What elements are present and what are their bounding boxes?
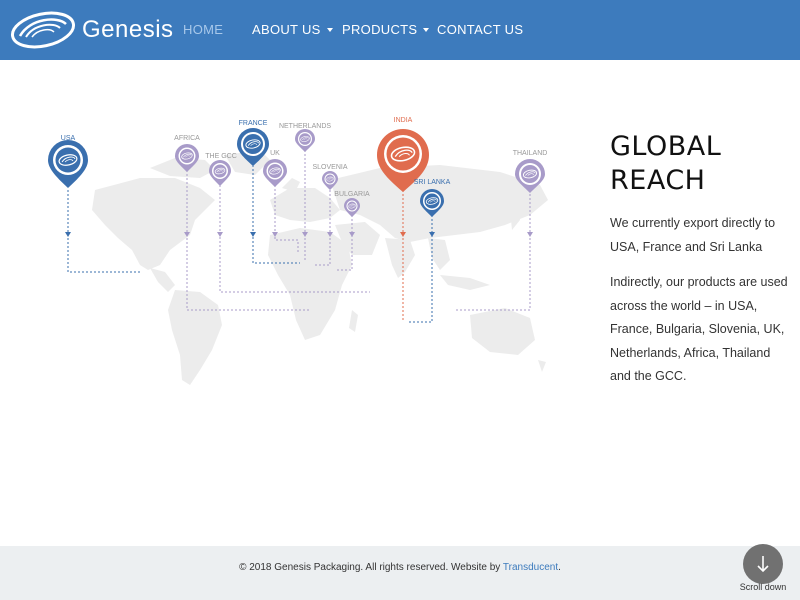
pin-netherlands[interactable]: NETHERLANDS — [279, 123, 331, 152]
global-reach-panel: GLOBAL REACH We currently export directl… — [610, 130, 790, 389]
nav-about-us[interactable]: ABOUT US — [252, 22, 333, 37]
nav-contact-us-label: CONTACT US — [437, 22, 524, 37]
nav-contact-us[interactable]: CONTACT US — [437, 22, 523, 37]
title-line-2: REACH — [610, 165, 706, 196]
pin-uk[interactable]: UK — [263, 150, 287, 187]
pin-label-netherlands: NETHERLANDS — [279, 123, 331, 130]
nav-about-us-label: ABOUT US — [252, 22, 321, 37]
map-land — [92, 150, 548, 385]
nav-products-label: PRODUCTS — [342, 22, 418, 37]
pin-usa[interactable]: USA — [48, 135, 88, 188]
pin-label-sri-lanka: SRI LANKA — [414, 179, 451, 186]
nav-home[interactable]: HOME — [183, 22, 223, 37]
section-title: GLOBAL REACH — [610, 130, 790, 198]
usage-paragraph: Indirectly, our products are used across… — [610, 275, 788, 383]
pin-the-gcc[interactable]: THE GCC — [205, 153, 237, 186]
caret-down-icon — [326, 28, 333, 32]
nav-home-label: HOME — [183, 22, 224, 37]
genesis-swirl-icon — [10, 11, 76, 49]
pin-label-france: FRANCE — [239, 120, 268, 127]
caret-down-icon — [423, 28, 430, 32]
footer-copyright-text: © 2018 Genesis Packaging. All rights res… — [239, 562, 503, 573]
pin-label-uk: UK — [270, 150, 280, 157]
footer-copyright: © 2018 Genesis Packaging. All rights res… — [0, 562, 800, 573]
pin-label-usa: USA — [61, 135, 76, 142]
scroll-down-button[interactable] — [743, 544, 783, 584]
scroll-down-label: Scroll down — [739, 582, 787, 592]
world-map: USA AFRICA THE GCC FRANCE UK NETHERLANDS… — [48, 117, 548, 385]
world-map-section: USA AFRICA THE GCC FRANCE UK NETHERLANDS… — [0, 60, 590, 480]
brand-logo[interactable]: Genesis — [10, 10, 174, 50]
footer: © 2018 Genesis Packaging. All rights res… — [0, 546, 800, 600]
title-line-1: GLOBAL — [610, 131, 722, 162]
pin-label-slovenia: SLOVENIA — [312, 164, 347, 171]
footer-credit-link[interactable]: Transducent — [503, 562, 558, 573]
pin-label-thailand: THAILAND — [513, 150, 548, 157]
pin-label-the-gcc: THE GCC — [205, 153, 237, 160]
arrow-down-icon — [757, 556, 769, 573]
footer-period: . — [558, 562, 561, 573]
top-navbar: Genesis HOME ABOUT US PRODUCTS CONTACT U… — [0, 0, 800, 60]
brand-name: Genesis — [82, 16, 174, 43]
pin-label-india: INDIA — [394, 117, 413, 124]
pin-label-bulgaria: BULGARIA — [334, 191, 370, 198]
nav-products[interactable]: PRODUCTS — [342, 22, 430, 37]
pin-label-africa: AFRICA — [174, 135, 200, 142]
export-paragraph: We currently export directly to USA, Fra… — [610, 216, 776, 254]
